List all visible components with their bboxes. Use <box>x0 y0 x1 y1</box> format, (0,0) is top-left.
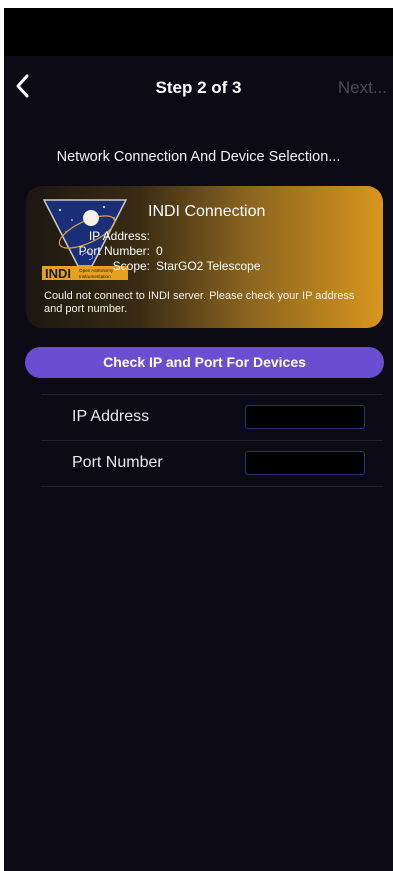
port-number-value: 0 <box>156 244 163 258</box>
scope-value: StarGO2 Telescope <box>156 259 261 273</box>
port-number-input[interactable] <box>245 451 365 475</box>
port-number-form-row: Port Number <box>41 440 383 487</box>
indi-logo-text: INDI <box>45 266 71 281</box>
scope-label: Scope: <box>112 259 150 273</box>
indi-logo-subtext-2: Instrumentation <box>79 274 111 279</box>
app-screen: Step 2 of 3 Next... Network Connection A… <box>4 8 393 871</box>
connection-error-message: Could not connect to INDI server. Please… <box>44 290 355 315</box>
indi-logo-subtext-1: Open Astronomy <box>79 268 114 273</box>
ip-address-field-label: IP Address <box>72 408 150 425</box>
nav-title: Step 2 of 3 <box>155 78 242 97</box>
card-title: INDI Connection <box>148 203 266 220</box>
ip-address-form-row: IP Address <box>41 394 383 440</box>
section-title: Network Connection And Device Selection.… <box>56 149 341 165</box>
navigation-bar: Step 2 of 3 Next... <box>4 66 393 110</box>
ip-address-label: IP Address: <box>88 229 150 243</box>
port-number-label: Port Number: <box>78 244 150 258</box>
next-button[interactable]: Next... <box>338 78 387 98</box>
ip-address-input[interactable] <box>245 405 365 429</box>
status-bar <box>4 8 393 56</box>
connection-form: IP Address Port Number <box>41 394 383 487</box>
check-ip-port-button[interactable]: Check IP and Port For Devices <box>25 347 384 378</box>
indi-connection-card: INDI Open Astronomy Instrumentation INDI… <box>26 186 383 328</box>
port-number-field-label: Port Number <box>72 454 163 471</box>
